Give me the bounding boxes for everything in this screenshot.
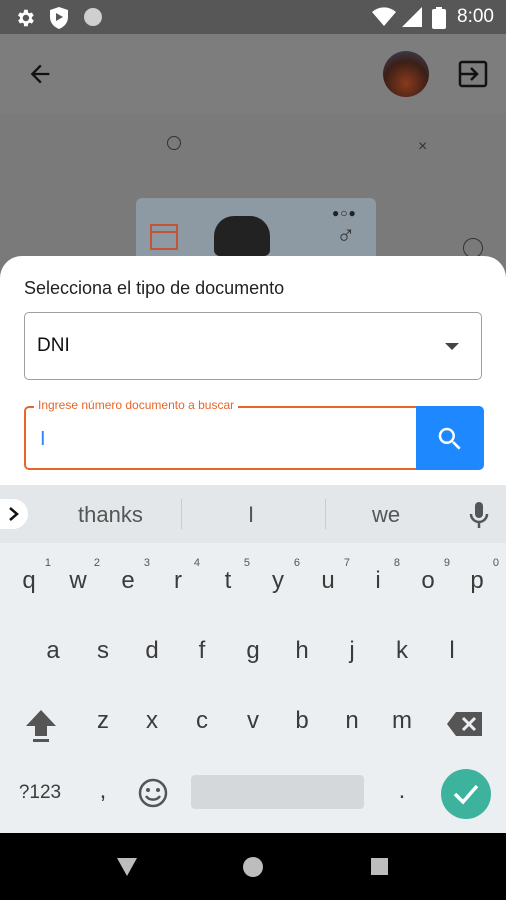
search-button[interactable]	[416, 406, 484, 470]
key-m[interactable]: m	[382, 707, 422, 735]
decor-cross: ×	[418, 138, 428, 155]
circle-icon	[84, 8, 102, 26]
key-y[interactable]: y6	[258, 557, 300, 595]
key-t[interactable]: t5	[208, 557, 250, 595]
document-type-label: Selecciona el tipo de documento	[24, 278, 285, 298]
suggestion-strip: thanks I we	[0, 485, 506, 543]
emoji-icon[interactable]	[138, 778, 168, 808]
key-x[interactable]: x	[132, 707, 172, 735]
document-number-label: Ingrese número documento a buscar	[34, 398, 239, 412]
key-j[interactable]: j	[332, 637, 372, 665]
battery-icon	[432, 7, 446, 29]
suggestion-item[interactable]: thanks	[78, 502, 143, 528]
male-icon: ♂	[336, 220, 356, 250]
decor-circle	[463, 238, 483, 258]
key-f[interactable]: f	[182, 637, 222, 665]
key-comma[interactable]: ,	[83, 777, 123, 805]
microphone-icon[interactable]	[469, 501, 489, 529]
background-illustration: × ●○● ♂	[0, 114, 506, 278]
navigation-bar	[0, 833, 506, 900]
wifi-icon	[372, 7, 396, 27]
expand-suggestions-button[interactable]	[0, 499, 28, 529]
home-nav-icon[interactable]	[243, 857, 263, 877]
check-icon	[453, 784, 479, 805]
key-i[interactable]: i8	[358, 557, 400, 595]
chevron-right-icon	[9, 507, 19, 521]
keyboard: thanks I we q1 w2 e3 r4 t5 y6 u7 i8 o9 p…	[0, 485, 506, 833]
space-bar[interactable]	[191, 775, 364, 809]
key-l[interactable]: l	[432, 637, 472, 665]
document-type-select[interactable]: DNI	[24, 312, 482, 380]
status-bar: 8:00	[0, 0, 506, 34]
calendar-icon	[150, 224, 178, 250]
key-h[interactable]: h	[282, 637, 322, 665]
divider	[325, 499, 326, 529]
document-number-value: I	[40, 428, 46, 450]
backspace-icon[interactable]	[446, 711, 484, 737]
key-c[interactable]: c	[182, 707, 222, 735]
document-type-value: DNI	[37, 335, 70, 356]
logout-icon[interactable]	[458, 60, 488, 88]
recents-nav-icon[interactable]	[371, 858, 388, 875]
done-button[interactable]	[441, 769, 491, 819]
divider	[181, 499, 182, 529]
clock: 8:00	[457, 6, 494, 27]
symbols-key[interactable]: ?123	[10, 782, 70, 804]
search-sheet: Selecciona el tipo de documento DNI Ingr…	[0, 256, 506, 496]
key-o[interactable]: o9	[408, 557, 450, 595]
dropdown-arrow-icon	[445, 343, 459, 350]
key-period[interactable]: .	[382, 777, 422, 805]
key-r[interactable]: r4	[158, 557, 200, 595]
key-u[interactable]: u7	[308, 557, 350, 595]
key-d[interactable]: d	[132, 637, 172, 665]
key-w[interactable]: w2	[58, 557, 100, 595]
back-arrow-icon[interactable]	[26, 60, 54, 88]
person-illustration	[214, 216, 270, 256]
key-v[interactable]: v	[233, 707, 273, 735]
key-k[interactable]: k	[382, 637, 422, 665]
decor-circle	[167, 136, 181, 150]
document-number-input[interactable]: Ingrese número documento a buscar I	[24, 398, 416, 470]
key-b[interactable]: b	[282, 707, 322, 735]
suggestion-item[interactable]: we	[372, 502, 400, 528]
dots-icon: ●○●	[332, 206, 357, 220]
key-z[interactable]: z	[83, 707, 123, 735]
search-icon	[438, 427, 461, 450]
key-q[interactable]: q1	[9, 557, 51, 595]
key-n[interactable]: n	[332, 707, 372, 735]
key-e[interactable]: e3	[108, 557, 150, 595]
key-p[interactable]: p0	[457, 557, 499, 595]
signal-icon	[402, 7, 422, 27]
shift-icon[interactable]	[24, 708, 58, 744]
key-g[interactable]: g	[233, 637, 273, 665]
back-nav-icon[interactable]	[116, 857, 138, 877]
app-bar	[0, 34, 506, 115]
gear-icon	[18, 9, 34, 27]
suggestion-item[interactable]: I	[248, 502, 254, 528]
key-a[interactable]: a	[33, 637, 73, 665]
key-s[interactable]: s	[83, 637, 123, 665]
shield-play-icon	[50, 7, 68, 29]
avatar[interactable]	[383, 51, 429, 97]
